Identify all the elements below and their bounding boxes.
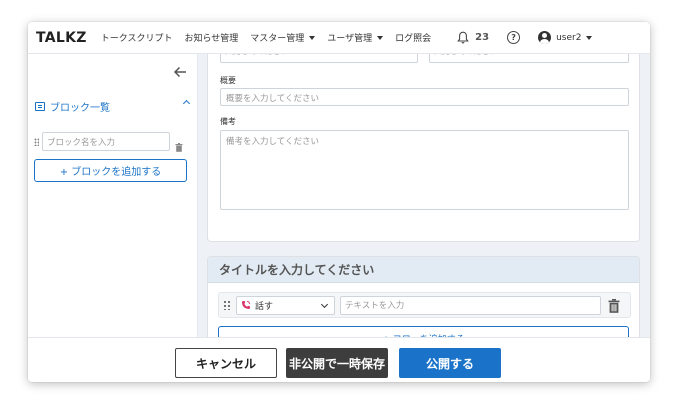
arrow-left-icon[interactable] [172, 64, 188, 78]
nav-user-management[interactable]: ユーザ管理 [327, 31, 384, 44]
trash-icon[interactable] [175, 137, 183, 152]
user-avatar-icon [538, 31, 552, 44]
top-input-right[interactable]: 入力してください [429, 54, 629, 63]
block-list-header[interactable]: ブロック一覧 [35, 99, 191, 114]
publish-button[interactable]: 公開する [399, 348, 501, 378]
flow-type-select[interactable]: 話す [236, 295, 335, 315]
nav-user-management-label: ユーザ管理 [327, 34, 373, 44]
user-menu[interactable]: user2 [538, 31, 593, 44]
notes-textarea[interactable]: 備考を入力してください [220, 130, 629, 210]
brand-logo[interactable]: TALKZ [36, 30, 87, 46]
flow-text-input[interactable]: テキストを入力 [340, 295, 601, 315]
block-title-input[interactable]: タイトルを入力してください [208, 257, 639, 283]
user-name: user2 [556, 32, 582, 43]
nav-master-management[interactable]: マスター管理 [250, 31, 316, 44]
top-navbar: TALKZ トークスクリプト お知らせ管理 マスター管理 ユーザ管理 ログ照会 … [28, 22, 650, 54]
help-icon[interactable]: ? [507, 31, 521, 44]
phone-icon [241, 300, 251, 310]
summary-label: 概要 [220, 76, 236, 85]
chevron-up-icon[interactable] [182, 99, 191, 108]
block-name-input[interactable]: ブロック名を入力 [42, 132, 170, 151]
script-details-card: 入力してください 入力してください 概要 概要を入力してください 備考 備考を入… [207, 54, 640, 242]
nav-notice-management[interactable]: お知らせ管理 [184, 31, 238, 44]
flow-row: 話す テキストを入力 [218, 292, 631, 318]
caret-down-icon [586, 35, 593, 40]
block-sidebar: ブロック一覧 ブロック名を入力 + ブロックを追加する [28, 54, 198, 337]
trash-icon[interactable] [608, 298, 620, 313]
block-list-item: ブロック名を入力 [34, 132, 183, 152]
table-list-icon [35, 102, 45, 111]
main-editor: 入力してください 入力してください 概要 概要を入力してください 備考 備考を入… [198, 54, 650, 337]
flow-block-card: タイトルを入力してください 話す テキストを入力 + フローを追加する [207, 256, 640, 337]
add-block-button[interactable]: + ブロックを追加する [34, 159, 187, 182]
caret-down-icon [377, 35, 384, 40]
nav-talk-script[interactable]: トークスクリプト [101, 31, 173, 44]
nav-log-inquiry-label: ログ照会 [395, 34, 432, 44]
notification-count[interactable]: 23 [475, 32, 489, 43]
caret-down-icon [309, 35, 316, 40]
summary-input[interactable]: 概要を入力してください [220, 88, 629, 106]
drag-handle-icon[interactable] [223, 300, 231, 310]
chevron-down-icon [320, 300, 329, 308]
notes-label: 備考 [220, 117, 236, 126]
flow-type-value: 話す [255, 301, 274, 312]
nav-talk-script-label: トークスクリプト [100, 34, 173, 44]
save-draft-button[interactable]: 非公開で一時保存 [286, 348, 388, 378]
bell-icon[interactable] [457, 31, 471, 45]
cancel-button[interactable]: キャンセル [175, 348, 277, 378]
app-window: TALKZ トークスクリプト お知らせ管理 マスター管理 ユーザ管理 ログ照会 … [28, 22, 650, 382]
nav-master-management-label: マスター管理 [250, 34, 305, 44]
top-input-left[interactable]: 入力してください [220, 54, 418, 63]
add-flow-button[interactable]: + フローを追加する [218, 326, 629, 337]
nav-log-inquiry[interactable]: ログ照会 [395, 31, 431, 44]
action-footer: キャンセル 非公開で一時保存 公開する [28, 337, 650, 382]
block-list-title: ブロック一覧 [50, 103, 110, 114]
drag-handle-icon[interactable] [34, 137, 39, 146]
nav-notice-management-label: お知らせ管理 [184, 34, 239, 44]
